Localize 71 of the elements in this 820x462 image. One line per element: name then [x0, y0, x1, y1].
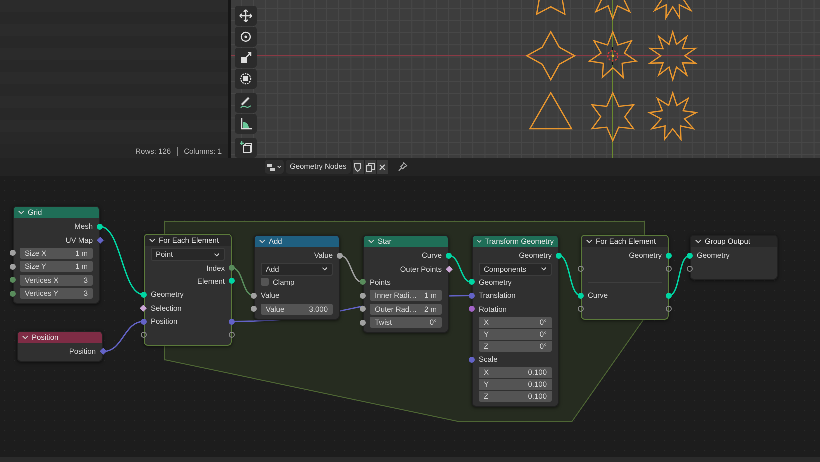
- unlink-button[interactable]: [376, 160, 388, 174]
- node-socket[interactable]: [666, 292, 672, 299]
- chevron-icon: [259, 239, 266, 244]
- chevron-icon: [477, 239, 482, 244]
- editor-type-button[interactable]: [265, 160, 284, 174]
- tool-button[interactable]: [235, 138, 257, 158]
- node-socket[interactable]: [337, 252, 343, 259]
- node-socket[interactable]: [141, 292, 147, 298]
- move-icon: [239, 9, 253, 23]
- chevron-icon: [586, 239, 593, 244]
- node-socket[interactable]: [10, 290, 16, 297]
- star-outline: [590, 91, 636, 143]
- node-socket[interactable]: [229, 265, 235, 272]
- node-socket[interactable]: [229, 278, 235, 284]
- node-socket[interactable]: [97, 224, 103, 230]
- chevron-icon: [322, 267, 328, 272]
- copy-icon: [366, 162, 375, 172]
- pin-icon: [398, 162, 408, 172]
- tool-button[interactable]: [235, 93, 257, 113]
- node-socket[interactable]: [666, 252, 672, 259]
- chevron-icon: [22, 335, 29, 340]
- add-cube-icon: [239, 141, 253, 155]
- pin-button[interactable]: [398, 162, 408, 172]
- tool-button[interactable]: [235, 27, 257, 47]
- node-socket[interactable]: [229, 332, 235, 338]
- node-editor-icon: [267, 162, 276, 172]
- close-icon: [378, 164, 386, 170]
- chevron-icon: [18, 210, 25, 215]
- node-socket[interactable]: [229, 318, 235, 325]
- tool-button[interactable]: [235, 69, 257, 89]
- node-socket[interactable]: [10, 250, 16, 256]
- chevron-icon: [541, 267, 547, 272]
- node-socket[interactable]: [141, 318, 147, 325]
- transform-icon: [239, 72, 253, 86]
- tool-button[interactable]: [235, 6, 257, 26]
- fake-user-button[interactable]: [352, 160, 364, 174]
- node-socket[interactable]: [96, 236, 104, 244]
- star-outline: [588, 30, 638, 80]
- pencil-icon: [239, 96, 253, 110]
- node-socket[interactable]: [666, 306, 672, 312]
- node-socket[interactable]: [687, 266, 693, 272]
- tool-button[interactable]: [235, 48, 257, 68]
- scale-icon: [239, 51, 253, 65]
- checkbox[interactable]: [261, 278, 269, 286]
- node-socket[interactable]: [556, 252, 562, 259]
- node-socket[interactable]: [578, 306, 584, 312]
- triangle-outline: [529, 92, 573, 130]
- star-outline: [526, 30, 576, 82]
- star-outline: [647, 90, 699, 142]
- tool-button[interactable]: [235, 114, 257, 134]
- chevron-icon: [214, 252, 220, 257]
- node-socket[interactable]: [446, 252, 452, 259]
- node-socket[interactable]: [666, 266, 672, 272]
- chevron-icon: [368, 239, 375, 244]
- chevron-icon: [149, 238, 156, 243]
- caret-icon: [277, 165, 282, 169]
- cursor-icon: [607, 46, 619, 66]
- node-socket[interactable]: [687, 252, 693, 259]
- node-socket[interactable]: [140, 304, 148, 312]
- node-socket[interactable]: [100, 348, 108, 356]
- viewport[interactable]: [231, 0, 820, 158]
- node-socket[interactable]: [10, 264, 16, 270]
- ruler-icon: [239, 117, 253, 131]
- chevron-icon: [695, 239, 702, 244]
- node-socket[interactable]: [141, 332, 147, 338]
- rotate-icon: [239, 30, 253, 44]
- star-outline: [648, 30, 698, 82]
- shield-icon: [354, 162, 362, 172]
- node-socket[interactable]: [10, 277, 16, 284]
- duplicate-button[interactable]: [364, 160, 376, 174]
- node-socket[interactable]: [578, 266, 584, 272]
